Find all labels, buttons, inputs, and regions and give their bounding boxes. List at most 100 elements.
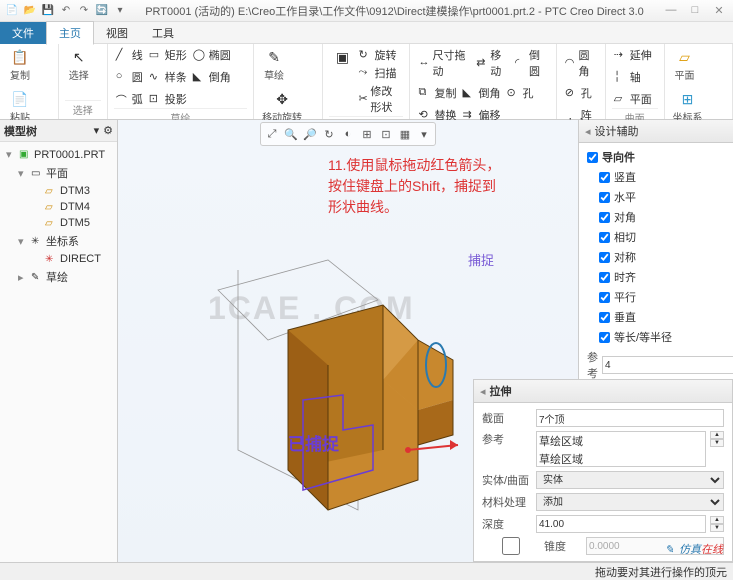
design-aid-header[interactable]: ◂设计辅助 (579, 120, 733, 143)
datum-plane-button[interactable]: ▱平面 (671, 46, 699, 84)
plane-tree-icon: ▱ (45, 202, 57, 213)
sweep-icon: ⤳ (359, 66, 373, 80)
title-bar: 📄 📂 💾 ↶ ↷ 🔄 ▾ PRT0001 (活动的) E:\Creo工作目录\… (0, 0, 733, 22)
redo-icon[interactable]: ↷ (76, 3, 92, 19)
hole-button[interactable]: ⊙孔 (504, 84, 535, 102)
copy-icon: 📋 (11, 48, 29, 66)
arc-button[interactable]: ⌒弧 (114, 90, 145, 108)
chamfer-icon: ◣ (193, 70, 207, 84)
tree-root[interactable]: ▾▣PRT0001.PRT (2, 146, 115, 163)
chk-diag[interactable]: 对角 (599, 207, 725, 227)
tree-sketch[interactable]: ▸✎草绘 (2, 267, 115, 287)
tab-view[interactable]: 视图 (94, 22, 140, 44)
status-bar: 拖动要对其进行操作的顶元 (0, 562, 733, 580)
new-icon[interactable]: 📄 (4, 3, 20, 19)
extrude-header[interactable]: ◂拉伸 (474, 380, 732, 403)
chamfer-edit-button[interactable]: ◣倒角 (460, 84, 502, 102)
curve-button[interactable]: ∿样条 (147, 68, 189, 86)
save-icon[interactable]: 💾 (40, 3, 56, 19)
plane-button[interactable]: ▱平面 (612, 90, 658, 108)
modify-shape-button[interactable]: ✂修改形状 (357, 82, 404, 116)
wireframe-icon[interactable]: ⊞ (358, 125, 376, 143)
chk-perp[interactable]: 时齐 (599, 267, 725, 287)
tab-file[interactable]: 文件 (0, 22, 46, 44)
chk-horiz[interactable]: 水平 (599, 187, 725, 207)
tab-tool[interactable]: 工具 (140, 22, 186, 44)
copy2-icon: ⧉ (418, 86, 432, 100)
chk-orth[interactable]: 垂直 (599, 307, 725, 327)
tree-dtm3[interactable]: ▱DTM3 (2, 183, 115, 199)
close-win-icon[interactable]: ▾ (112, 3, 128, 19)
axis-button[interactable]: ╎轴 (612, 68, 658, 86)
sketch-button[interactable]: ✎草绘 (260, 46, 288, 84)
section-input[interactable] (536, 409, 724, 427)
depth-spinner[interactable]: ▲▼ (710, 516, 724, 532)
copy-button[interactable]: 📋复制 (6, 46, 34, 84)
ref-input[interactable] (602, 356, 733, 374)
move-edit-button[interactable]: ⇄移动 (474, 46, 511, 80)
ribbon: 📋复制 📄粘贴 剪贴板 ↖选择 选择 ╱线 ▭矩形 ◯椭圆 ○圆 ∿样条 ◣倒角… (0, 44, 733, 120)
chk-eq[interactable]: 等长/等半径 (599, 327, 725, 347)
tree-direct[interactable]: ✳DIRECT (2, 251, 115, 267)
taper-check[interactable] (482, 537, 540, 555)
refit-icon[interactable]: ⤢ (263, 125, 281, 143)
ref-list-spinner[interactable]: ▲▼ (710, 431, 724, 447)
modify-icon: ✂ (359, 92, 369, 106)
line-icon: ╱ (116, 48, 130, 62)
mat-select[interactable]: 添加 (536, 493, 724, 511)
guide-check[interactable]: 导向件 (587, 147, 725, 167)
rect-button[interactable]: ▭矩形 (147, 46, 189, 64)
repaint-icon[interactable]: ↻ (320, 125, 338, 143)
extend-button[interactable]: ⇢延伸 (612, 46, 658, 64)
zoom-out-icon[interactable]: 🔎 (301, 125, 319, 143)
depth-input[interactable] (536, 515, 706, 533)
undo-icon[interactable]: ↶ (58, 3, 74, 19)
extrude-button[interactable]: ▣ (329, 46, 357, 116)
dim-drag-button[interactable]: ↔尺寸拖动 (416, 46, 472, 80)
open-icon[interactable]: 📂 (22, 3, 38, 19)
chk-sym[interactable]: 对称 (599, 247, 725, 267)
tree-dtm5[interactable]: ▱DTM5 (2, 215, 115, 231)
regen-icon[interactable]: 🔄 (94, 3, 110, 19)
hidden-icon[interactable]: ⊡ (377, 125, 395, 143)
tree-filter-icon[interactable]: ▾ (94, 124, 100, 137)
tree-planes[interactable]: ▾▭平面 (2, 163, 115, 183)
shade-icon[interactable]: ◐ (339, 125, 357, 143)
extend-icon: ⇢ (614, 48, 628, 62)
move-icon: ✥ (273, 90, 291, 108)
translate-icon: ⇄ (476, 56, 488, 70)
nohidden-icon[interactable]: ▦ (396, 125, 414, 143)
solid-select[interactable]: 实体 (536, 471, 724, 489)
zoom-in-icon[interactable]: 🔍 (282, 125, 300, 143)
model-3d (208, 250, 468, 530)
ref-list[interactable]: 草绘区域 草绘区域 草绘区域 (536, 431, 706, 467)
chk-tan[interactable]: 相切 (599, 227, 725, 247)
eng-hole-button[interactable]: ⊘孔 (563, 84, 599, 102)
project-button[interactable]: ⊡投影 (147, 90, 189, 108)
line-button[interactable]: ╱线 (114, 46, 145, 64)
select-button[interactable]: ↖选择 (65, 46, 93, 84)
tree-settings-icon[interactable]: ⚙ (103, 124, 113, 137)
tree-header: 模型树 ▾ ⚙ (0, 120, 117, 142)
saved-view-icon[interactable]: ▾ (415, 125, 433, 143)
tree-csys[interactable]: ▾✳坐标系 (2, 231, 115, 251)
sweep-button[interactable]: ⤳扫描 (357, 64, 404, 82)
chk-para[interactable]: 平行 (599, 287, 725, 307)
circle-button[interactable]: ○圆 (114, 68, 145, 86)
paste-icon: 📄 (11, 90, 29, 108)
revolve-button[interactable]: ↻旋转 (357, 46, 404, 64)
eng-round-button[interactable]: ◠圆角 (563, 46, 599, 80)
csys-tree-icon: ✳ (31, 236, 43, 247)
copy-edit-button[interactable]: ⧉复制 (416, 84, 458, 102)
group-select: 选择 (65, 100, 101, 117)
ellipse-button[interactable]: ◯椭圆 (191, 46, 233, 64)
chamfer-button[interactable]: ◣倒角 (191, 68, 233, 86)
round-button[interactable]: ◜倒圆 (513, 46, 550, 80)
close-icon[interactable]: ✕ (709, 4, 729, 17)
minimize-icon[interactable]: — (661, 4, 681, 17)
chk-vert[interactable]: 竖直 (599, 167, 725, 187)
maximize-icon[interactable]: □ (685, 4, 705, 17)
tab-home[interactable]: 主页 (46, 21, 94, 45)
brand-watermark: ✎ 仿真在线 (665, 537, 723, 558)
tree-dtm4[interactable]: ▱DTM4 (2, 199, 115, 215)
